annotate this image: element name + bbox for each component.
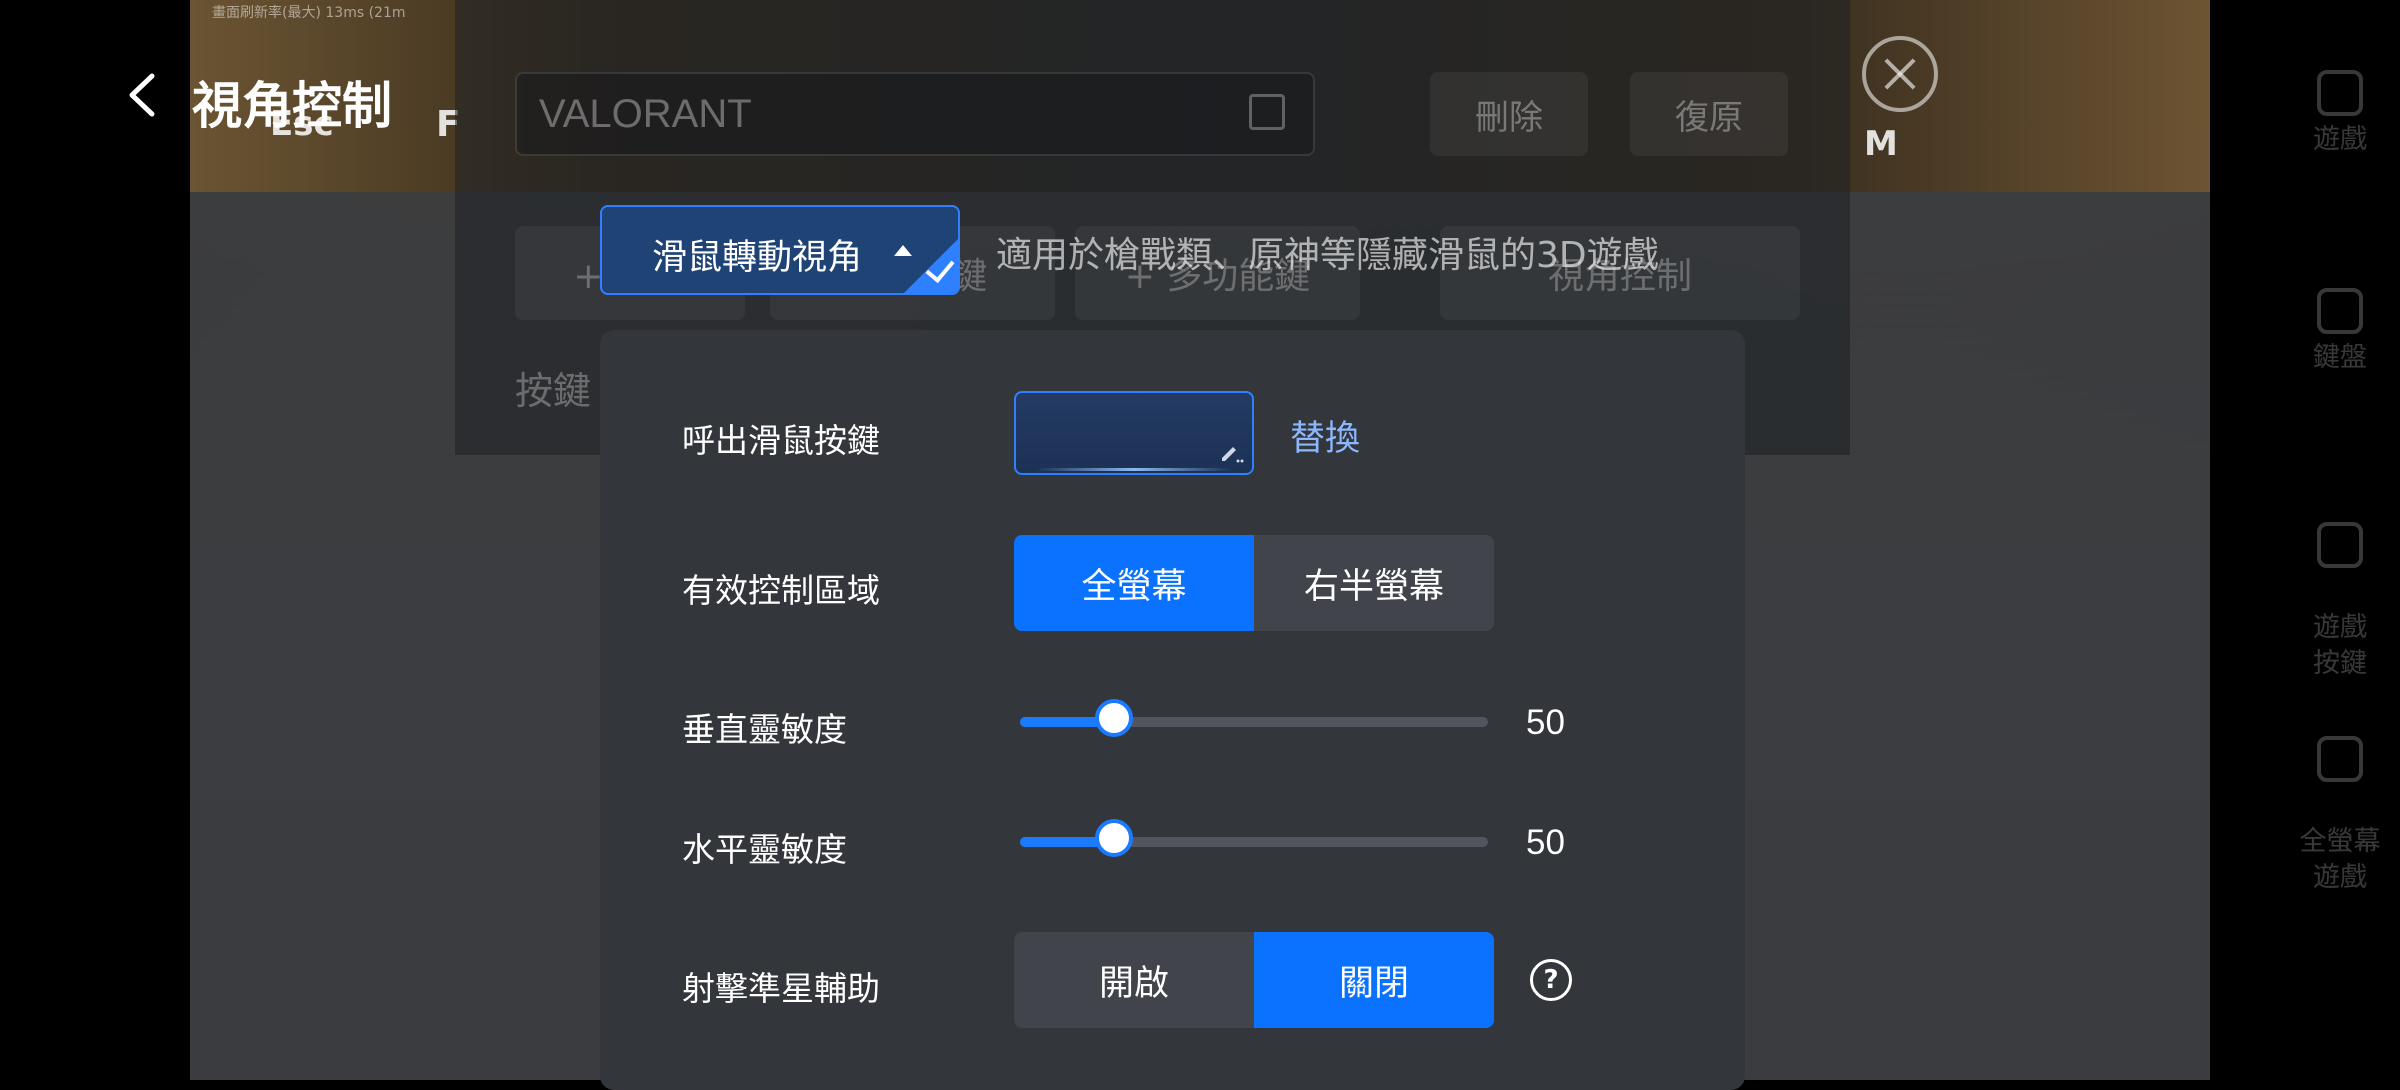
aim-assist-off-option[interactable]: 關閉	[1254, 932, 1494, 1028]
close-icon[interactable]	[1862, 36, 1938, 112]
help-icon[interactable]: ?	[1530, 959, 1572, 1001]
slider-thumb[interactable]	[1094, 819, 1133, 857]
call-mouse-key-label: 呼出滑鼠按鍵	[682, 421, 880, 460]
edit-icon	[1249, 94, 1285, 130]
page-title: 視角控制	[192, 77, 392, 135]
vertical-sensitivity-slider[interactable]	[1020, 699, 1488, 737]
hud-status-text: 畫面刷新率(最大) 13ms (21m	[212, 5, 406, 21]
gamepad-icon	[2317, 70, 2363, 116]
section-keys-label: 按鍵	[515, 369, 592, 413]
rail-item-game-keys[interactable]: 遊戲 按鍵	[2290, 486, 2390, 718]
control-area-fullscreen-option[interactable]: 全螢幕	[1014, 535, 1254, 631]
mode-description: 適用於槍戰類、原神等隱藏滑鼠的3D遊戲	[996, 235, 1659, 276]
vertical-sensitivity-label: 垂直靈敏度	[682, 710, 847, 749]
slider-thumb[interactable]	[1094, 699, 1133, 737]
rail-label-game-keys: 遊戲 按鍵	[2313, 612, 2367, 679]
keyboard-icon	[2317, 288, 2363, 334]
call-mouse-key-field[interactable]	[1014, 391, 1254, 475]
rail-item-fullscreen-game[interactable]: 全螢幕 遊戲	[2290, 700, 2390, 932]
control-area-right-half-option[interactable]: 右半螢幕	[1254, 535, 1494, 631]
mode-dropdown-label: 滑鼠轉動視角	[652, 238, 863, 278]
mode-dropdown[interactable]: 滑鼠轉動視角	[600, 205, 960, 295]
vertical-sensitivity-value: 50	[1526, 703, 1565, 742]
aim-assist-label: 射擊準星輔助	[682, 969, 880, 1008]
hud-key-m: M	[1864, 124, 1898, 164]
delete-button[interactable]: 刪除	[1430, 72, 1588, 156]
horizontal-sensitivity-label: 水平靈敏度	[682, 830, 847, 869]
control-area-label: 有效控制區域	[682, 571, 880, 610]
aim-assist-on-option[interactable]: 開啟	[1014, 932, 1254, 1028]
back-arrow-icon[interactable]	[122, 72, 168, 118]
restore-button[interactable]: 復原	[1630, 72, 1788, 156]
horizontal-sensitivity-value: 50	[1526, 823, 1565, 862]
game-name-input[interactable]: VALORANT	[515, 72, 1315, 156]
rail-item-keyboard[interactable]: 鍵盤	[2290, 288, 2390, 376]
field-underline	[1036, 468, 1232, 471]
rail-label-game: 遊戲	[2313, 124, 2367, 155]
fullscreen-icon	[2317, 736, 2363, 782]
horizontal-sensitivity-slider[interactable]	[1020, 819, 1488, 857]
rail-label-keyboard: 鍵盤	[2313, 342, 2367, 373]
game-name-value: VALORANT	[539, 92, 752, 136]
rail-label-fullscreen-game: 全螢幕 遊戲	[2299, 826, 2381, 893]
pencil-icon	[1222, 447, 1244, 463]
rail-item-game[interactable]: 遊戲	[2290, 70, 2390, 158]
replace-link[interactable]: 替換	[1290, 410, 1360, 461]
dpad-icon	[2317, 522, 2363, 568]
